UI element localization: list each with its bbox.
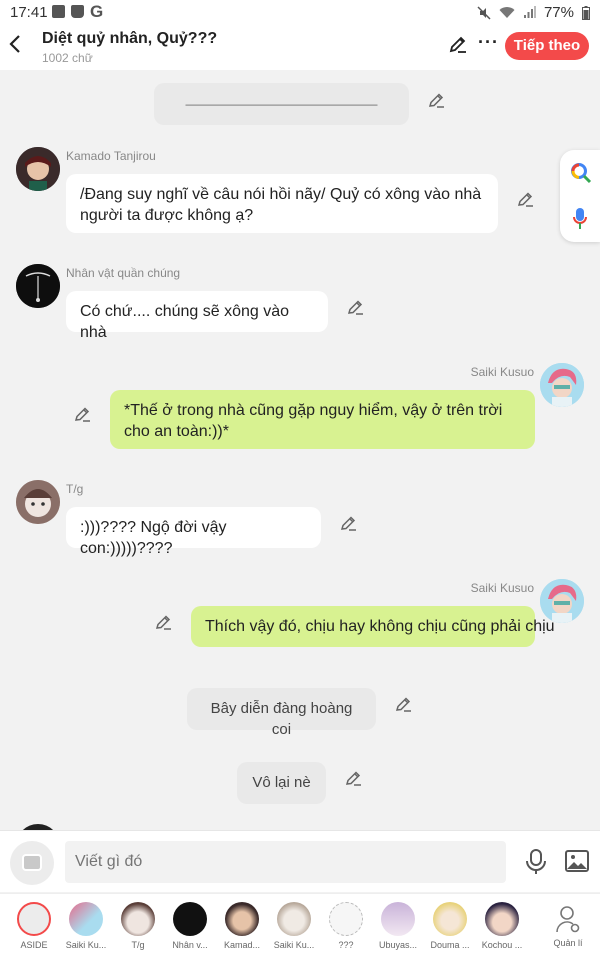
character-item[interactable]: T/g xyxy=(112,902,164,950)
character-name: T/g xyxy=(131,940,145,950)
input-bar xyxy=(0,830,600,892)
narration-text: Bây diễn đàng hoàng coi xyxy=(210,700,353,738)
aside-button[interactable] xyxy=(10,841,54,885)
edit-message-icon[interactable] xyxy=(74,405,92,423)
character-avatar xyxy=(433,902,467,936)
character-name: Douma ... xyxy=(430,940,470,950)
chat-bubble-icon xyxy=(22,854,42,871)
divider-text: ———————————————— xyxy=(185,97,378,111)
sender-name: Kamado Tanjirou xyxy=(66,149,156,163)
character-aside[interactable]: ASIDE xyxy=(8,902,60,950)
edit-message-icon[interactable] xyxy=(347,298,365,316)
character-item[interactable]: Nhân v... xyxy=(164,902,216,950)
message-text: Có chứ.... chúng sẽ xông vào nhà xyxy=(80,303,290,341)
image-icon[interactable] xyxy=(565,850,589,872)
character-avatar xyxy=(381,902,415,936)
character-avatar xyxy=(225,902,259,936)
manage-characters[interactable]: Quản lí xyxy=(542,902,594,948)
character-item[interactable]: Kamad... xyxy=(216,902,268,950)
character-name: Saiki Ku... xyxy=(273,940,315,950)
narration-text: Vô lại nè xyxy=(252,774,311,791)
character-avatar xyxy=(485,902,519,936)
character-item[interactable]: Saiki Ku... xyxy=(60,902,112,950)
character-item[interactable]: Saiki Ku... xyxy=(268,902,320,950)
user-settings-icon xyxy=(556,906,580,933)
avatar-saiki-kusuo[interactable] xyxy=(540,363,584,407)
story-title[interactable]: Diệt quỷ nhân, Quỷ??? xyxy=(42,30,217,48)
chat-area[interactable]: ———————————————— Kamado Tanjirou /Đang s… xyxy=(0,70,600,830)
microphone-icon[interactable] xyxy=(525,849,547,875)
message-input[interactable] xyxy=(65,841,506,883)
character-item[interactable]: Douma ... xyxy=(424,902,476,950)
system-icons: 77% xyxy=(477,4,590,21)
avatar-kamado-tanjirou[interactable] xyxy=(16,147,60,191)
character-avatar xyxy=(121,902,155,936)
voice-search-icon[interactable] xyxy=(573,208,587,230)
sender-name: Saiki Kusuo xyxy=(470,581,534,595)
character-item[interactable]: Kochou ... xyxy=(476,902,528,950)
signal-icon xyxy=(523,6,536,18)
narration-bubble[interactable]: Vô lại nè xyxy=(237,762,326,804)
edit-message-icon[interactable] xyxy=(340,514,358,532)
edit-message-icon[interactable] xyxy=(428,91,446,109)
edit-title-icon[interactable] xyxy=(448,34,468,59)
avatar-nhan-vat-quan-chung[interactable] xyxy=(16,264,60,308)
message-bubble-own[interactable]: *Thế ở trong nhà cũng gặp nguy hiểm, vậy… xyxy=(110,390,535,449)
character-item[interactable]: ??? xyxy=(320,902,372,950)
google-notification-icon: G xyxy=(90,2,104,21)
character-name: Quản lí xyxy=(553,938,583,948)
avatar-tg[interactable] xyxy=(16,480,60,524)
character-item[interactable]: Ubuyas... xyxy=(372,902,424,950)
message-bubble[interactable]: :)))???? Ngộ đời vậy con:)))))???? xyxy=(66,507,321,557)
character-avatar xyxy=(277,902,311,936)
next-button[interactable]: Tiếp theo xyxy=(505,32,589,60)
aside-icon xyxy=(17,902,51,936)
battery-level: 77% xyxy=(543,4,574,21)
back-icon[interactable] xyxy=(8,32,22,58)
sender-name: T/g xyxy=(66,482,84,496)
mute-icon xyxy=(477,5,491,20)
edit-message-icon[interactable] xyxy=(395,695,413,713)
character-avatar xyxy=(329,902,363,936)
assistant-panel[interactable] xyxy=(560,150,600,242)
bag-notification-icon xyxy=(71,5,84,18)
message-bubble[interactable]: /Đang suy nghĩ về câu nói hồi nãy/ Quỷ c… xyxy=(66,174,498,233)
narration-bubble[interactable]: ———————————————— xyxy=(154,83,409,125)
battery-icon xyxy=(582,5,590,20)
message-bubble[interactable]: Có chứ.... chúng sẽ xông vào nhà xyxy=(66,291,328,341)
message-text: :)))???? Ngộ đời vậy con:)))))???? xyxy=(80,519,227,557)
edit-message-icon[interactable] xyxy=(155,613,173,631)
status-time: 17:41 xyxy=(10,4,48,21)
character-name: Kamad... xyxy=(223,940,261,950)
sender-name: Nhân vật quần chúng xyxy=(66,266,181,280)
notification-icons: G xyxy=(52,2,104,21)
character-name: ASIDE xyxy=(20,940,48,950)
sender-name: Saiki Kusuo xyxy=(470,365,534,379)
wifi-icon xyxy=(499,7,515,19)
image-notification-icon xyxy=(52,5,65,18)
edit-message-icon[interactable] xyxy=(345,769,363,787)
message-text: Thích vậy đó, chịu hay không chịu cũng p… xyxy=(205,618,555,635)
narration-bubble[interactable]: Bây diễn đàng hoàng coi xyxy=(187,688,376,738)
character-avatar xyxy=(173,902,207,936)
message-bubble-own[interactable]: Thích vậy đó, chịu hay không chịu cũng p… xyxy=(191,606,555,647)
message-text: *Thế ở trong nhà cũng gặp nguy hiểm, vậy… xyxy=(124,402,503,440)
character-list[interactable]: ASIDE Saiki Ku... T/g Nhân v... Kamad...… xyxy=(0,893,600,960)
search-icon[interactable] xyxy=(570,162,592,184)
message-text: /Đang suy nghĩ về câu nói hồi nãy/ Quỷ c… xyxy=(80,186,482,224)
story-header: Diệt quỷ nhân, Quỷ??? 1002 chữ ··· Tiếp … xyxy=(0,24,600,70)
word-count: 1002 chữ xyxy=(42,51,93,65)
character-name: Nhân v... xyxy=(172,940,208,950)
character-name: Saiki Ku... xyxy=(65,940,107,950)
character-name: Kochou ... xyxy=(481,940,523,950)
edit-message-icon[interactable] xyxy=(517,190,535,208)
avatar-saiki-kusuo[interactable] xyxy=(540,579,584,623)
character-avatar xyxy=(69,902,103,936)
character-name: ??? xyxy=(338,940,354,950)
character-name: Ubuyas... xyxy=(378,940,418,950)
more-options-icon[interactable]: ··· xyxy=(478,32,499,53)
status-bar: 17:41 G 77% xyxy=(0,0,600,24)
